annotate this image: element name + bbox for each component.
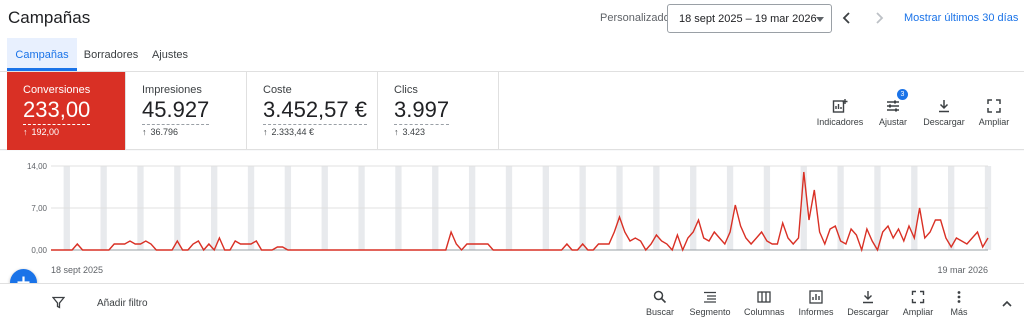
adjust-button[interactable]: 3 Ajustar [874, 89, 912, 127]
search-icon [653, 290, 667, 304]
top-bar: Campañas Personalizado 18 sept 2025 – 19… [0, 0, 1024, 38]
fullscreen-icon [911, 290, 925, 304]
metric-delta: ↑ 2.333,44 € [263, 127, 314, 137]
chevron-right-icon [876, 12, 884, 24]
fullscreen-icon [987, 99, 1001, 113]
tab-drafts[interactable]: Borradores [80, 38, 142, 71]
columns-button[interactable]: Columnas [744, 290, 785, 317]
download-table-button[interactable]: Descargar [846, 290, 890, 317]
segment-button[interactable]: Segmento [688, 290, 732, 317]
x-label-start: 18 sept 2025 [51, 265, 103, 275]
expand-table-label: Ampliar [902, 307, 934, 317]
indicators-label: Indicadores [816, 117, 864, 127]
metric-name: Coste [263, 84, 292, 96]
columns-label: Columnas [744, 307, 785, 317]
download-button[interactable]: Descargar [922, 98, 966, 127]
arrow-up-icon: ↑ [263, 127, 268, 137]
chevron-left-icon [842, 12, 850, 24]
reports-button[interactable]: Informes [797, 290, 835, 317]
y-tick-label: 0,00 [31, 246, 47, 255]
reports-icon [809, 290, 823, 304]
filter-icon[interactable] [52, 296, 65, 309]
metric-delta-value: 2.333,44 € [271, 127, 315, 137]
search-label: Buscar [645, 307, 674, 317]
y-tick-label: 14,00 [27, 162, 48, 171]
search-button[interactable]: Buscar [643, 290, 677, 317]
metric-name: Conversiones [23, 84, 91, 96]
metric-value: 45.927 [142, 97, 210, 125]
metric-delta-value: 3.423 [402, 127, 426, 137]
download-icon [863, 291, 873, 304]
expand-table-button[interactable]: Ampliar [901, 290, 935, 317]
metric-name: Clics [394, 84, 418, 96]
arrow-up-icon: ↑ [142, 127, 147, 137]
metric-value: 233,00 [23, 97, 91, 125]
tab-campaigns[interactable]: Campañas [7, 38, 77, 71]
performance-chart: 14,00 7,00 0,00 18 sept 2025 19 mar 2026 [0, 151, 1024, 283]
more-vertical-icon [957, 291, 961, 303]
more-button[interactable]: Más [946, 290, 972, 317]
more-label: Más [950, 307, 968, 317]
date-range-value: 18 sept 2025 – 19 mar 2026 [679, 13, 817, 25]
tab-bar: Campañas Borradores Ajustes [0, 38, 1024, 72]
adjust-label: Ajustar [878, 117, 907, 127]
y-tick-label: 7,00 [31, 204, 47, 213]
metric-delta: ↑ 192,00 [23, 127, 59, 137]
metric-delta: ↑ 36.796 [142, 127, 178, 137]
metric-card-cost[interactable]: Coste 3.452,57 € ↑ 2.333,44 € [247, 72, 378, 150]
page-title: Campañas [8, 8, 91, 27]
next-period-button[interactable] [870, 9, 888, 27]
download-table-label: Descargar [847, 307, 889, 317]
adjust-badge: 3 [897, 89, 908, 100]
arrow-up-icon: ↑ [23, 127, 28, 137]
download-icon [939, 100, 949, 113]
tune-icon [887, 100, 899, 112]
metric-delta: ↑ 3.423 [394, 127, 425, 137]
date-range-picker[interactable]: 18 sept 2025 – 19 mar 2026 [667, 4, 832, 33]
x-label-end: 19 mar 2026 [937, 265, 988, 275]
date-range-label: Personalizado [600, 12, 670, 24]
filter-toolbar: Añadir filtro Buscar Segmento Columnas I… [0, 283, 1024, 324]
metric-card-conversions[interactable]: Conversiones 233,00 ↑ 192,00 [7, 72, 126, 150]
metric-value: 3.452,57 € [263, 97, 367, 125]
segment-icon [704, 291, 716, 303]
chevron-up-icon[interactable] [1000, 297, 1014, 311]
expand-label: Ampliar [978, 117, 1010, 127]
show-last-30-days-link[interactable]: Mostrar últimos 30 días [904, 12, 1018, 24]
caret-down-icon [816, 17, 824, 22]
metric-card-clicks[interactable]: Clics 3.997 ↑ 3.423 [378, 72, 499, 150]
download-label: Descargar [923, 117, 965, 127]
columns-icon [757, 291, 771, 303]
metric-delta-value: 36.796 [150, 127, 179, 137]
series-line-conversions [51, 171, 989, 253]
arrow-up-icon: ↑ [394, 127, 399, 137]
metrics-panel: Conversiones 233,00 ↑ 192,00 Impresiones … [0, 72, 1024, 150]
chart-plus-icon [832, 99, 848, 113]
tab-settings[interactable]: Ajustes [145, 38, 195, 71]
line-chart: 14,00 7,00 0,00 18 sept 2025 19 mar 2026 [27, 162, 992, 275]
segment-label: Segmento [689, 307, 731, 317]
metric-name: Impresiones [142, 84, 202, 96]
previous-period-button[interactable] [838, 9, 856, 27]
metric-delta-value: 192,00 [31, 127, 60, 137]
expand-button[interactable]: Ampliar [976, 98, 1012, 127]
indicators-button[interactable]: Indicadores [816, 98, 864, 127]
metric-card-impressions[interactable]: Impresiones 45.927 ↑ 36.796 [126, 72, 247, 150]
add-filter-button[interactable]: Añadir filtro [97, 298, 148, 309]
reports-label: Informes [798, 307, 834, 317]
metric-value: 3.997 [394, 97, 450, 125]
